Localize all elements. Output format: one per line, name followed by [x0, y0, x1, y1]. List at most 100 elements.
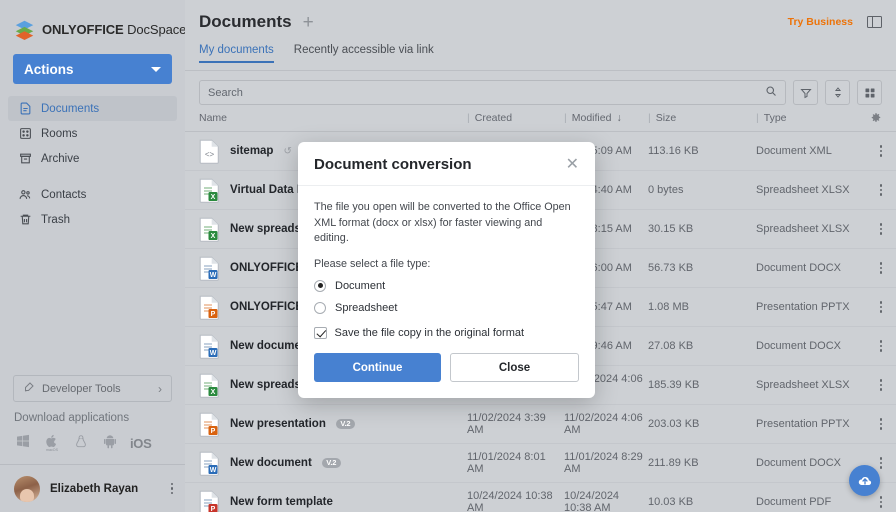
- row-menu-icon[interactable]: [880, 457, 883, 469]
- plus-icon[interactable]: +: [303, 13, 314, 32]
- chevron-right-icon: ›: [158, 382, 162, 396]
- row-menu-icon[interactable]: [880, 145, 883, 157]
- try-business-link[interactable]: Try Business: [788, 16, 853, 28]
- close-icon[interactable]: ✕: [566, 157, 579, 173]
- file-name[interactable]: sitemap: [230, 145, 273, 157]
- dialog-body: The file you open will be converted to t…: [298, 186, 595, 339]
- linux-icon[interactable]: [72, 431, 90, 451]
- file-size: 56.73 KB: [648, 262, 756, 274]
- file-name[interactable]: New presentation: [230, 418, 326, 430]
- sync-icon: ↺: [283, 146, 291, 157]
- column-header-created[interactable]: | Created: [467, 112, 564, 124]
- upload-cloud-button[interactable]: [849, 465, 880, 496]
- radio-option-document[interactable]: Document: [314, 280, 579, 292]
- sidebar-item-trash[interactable]: Trash: [8, 207, 177, 232]
- profile-menu-icon[interactable]: [171, 483, 174, 495]
- row-menu-icon[interactable]: [880, 184, 883, 196]
- sidebar-item-archive[interactable]: Archive: [8, 146, 177, 171]
- filter-icon[interactable]: [793, 80, 818, 105]
- svg-text:P: P: [211, 506, 216, 512]
- profile-name: Elizabeth Rayan: [50, 483, 161, 495]
- column-divider: |: [756, 112, 759, 124]
- file-name[interactable]: New document: [230, 457, 312, 469]
- table-row[interactable]: PNew form template10/24/2024 10:38 AM10/…: [185, 483, 896, 512]
- pptx-file-icon: P: [199, 412, 220, 437]
- close-button[interactable]: Close: [450, 353, 579, 382]
- column-header-size-label: Size: [656, 112, 676, 124]
- radio-icon-unselected[interactable]: [314, 302, 326, 314]
- brand-bold: ONLYOFFICE: [42, 22, 124, 37]
- actions-button[interactable]: Actions: [13, 54, 172, 84]
- continue-button[interactable]: Continue: [314, 353, 441, 382]
- view-grid-icon[interactable]: [857, 80, 882, 105]
- document-conversion-dialog: Document conversion ✕ The file you open …: [298, 142, 595, 398]
- row-menu-icon[interactable]: [880, 379, 883, 391]
- radio-option-spreadsheet[interactable]: Spreadsheet: [314, 302, 579, 314]
- dialog-header: Document conversion ✕: [298, 142, 595, 186]
- file-type: Presentation PPTX: [756, 301, 880, 313]
- file-name[interactable]: New form template: [230, 496, 333, 508]
- file-size: 0 bytes: [648, 184, 756, 196]
- docx-file-icon: W: [199, 334, 220, 359]
- row-menu-icon[interactable]: [880, 262, 883, 274]
- svg-text:<>: <>: [205, 150, 215, 159]
- file-type: Document DOCX: [756, 340, 880, 352]
- row-menu-icon[interactable]: [880, 496, 883, 508]
- sidebar-item-rooms[interactable]: Rooms: [8, 121, 177, 146]
- apple-sublabel: macOS: [46, 448, 58, 452]
- save-original-copy-checkbox-row[interactable]: Save the file copy in the original forma…: [314, 327, 579, 340]
- windows-icon[interactable]: [14, 431, 32, 451]
- table-row[interactable]: PNew presentationV.211/02/2024 3:39 AM11…: [185, 405, 896, 444]
- svg-text:P: P: [211, 311, 216, 318]
- user-profile[interactable]: Elizabeth Rayan: [0, 464, 185, 512]
- column-header-type[interactable]: | Type: [756, 112, 870, 124]
- gear-icon[interactable]: [870, 112, 882, 124]
- xlsx-file-icon: X: [199, 373, 220, 398]
- file-created: 10/24/2024 10:38 AM: [467, 490, 564, 512]
- xlsx-file-icon: X: [199, 217, 220, 242]
- ios-icon[interactable]: iOS: [130, 436, 152, 451]
- file-type: Spreadsheet XLSX: [756, 184, 880, 196]
- brand-title: ONLYOFFICE DocSpace: [42, 22, 186, 37]
- tab-bar: My documents Recently accessible via lin…: [185, 44, 896, 71]
- docx-file-icon: W: [199, 451, 220, 476]
- column-header-type-label: Type: [764, 112, 787, 124]
- developer-tools-button[interactable]: Developer Tools ›: [13, 375, 172, 402]
- row-menu-icon[interactable]: [880, 340, 883, 352]
- android-icon[interactable]: [101, 431, 119, 451]
- table-header: Name | Created | Modified ↓ | Size | Typ…: [185, 105, 896, 132]
- checkbox-icon[interactable]: [314, 327, 327, 340]
- file-size: 211.89 KB: [648, 457, 756, 469]
- brand-logo-area[interactable]: ONLYOFFICE DocSpace: [0, 0, 185, 44]
- file-size: 10.03 KB: [648, 496, 756, 508]
- radio-icon-selected[interactable]: [314, 280, 326, 292]
- search-input[interactable]: Search: [199, 80, 786, 105]
- file-modified: 11/01/2024 8:29 AM: [564, 451, 648, 475]
- row-menu-icon[interactable]: [880, 223, 883, 235]
- table-row[interactable]: WNew documentV.211/01/2024 8:01 AM11/01/…: [185, 444, 896, 483]
- column-header-size[interactable]: | Size: [648, 112, 756, 124]
- row-menu-icon[interactable]: [880, 418, 883, 430]
- column-header-name[interactable]: Name: [199, 112, 467, 124]
- download-applications-title: Download applications: [0, 412, 185, 431]
- pptx-file-icon: P: [199, 295, 220, 320]
- row-menu-icon[interactable]: [880, 301, 883, 313]
- sort-icon[interactable]: [825, 80, 850, 105]
- apple-icon[interactable]: macOS: [43, 431, 61, 451]
- sidebar-item-contacts[interactable]: Contacts: [8, 182, 177, 207]
- file-size: 30.15 KB: [648, 223, 756, 235]
- sidebar-item-documents[interactable]: Documents: [8, 96, 177, 121]
- panel-toggle-icon[interactable]: [867, 16, 882, 28]
- tab-my-documents[interactable]: My documents: [199, 44, 274, 62]
- trash-icon: [18, 213, 32, 227]
- contacts-icon: [18, 188, 32, 202]
- column-divider: |: [564, 112, 567, 124]
- dialog-title: Document conversion: [314, 156, 566, 173]
- radio-label-document: Document: [335, 280, 385, 292]
- column-header-modified[interactable]: | Modified ↓: [564, 112, 648, 124]
- document-icon: [18, 102, 32, 116]
- tab-recently-accessible[interactable]: Recently accessible via link: [294, 44, 434, 62]
- search-icon[interactable]: [765, 84, 777, 102]
- file-created: 11/02/2024 3:39 AM: [467, 412, 564, 436]
- dialog-select-label: Please select a file type:: [314, 258, 579, 270]
